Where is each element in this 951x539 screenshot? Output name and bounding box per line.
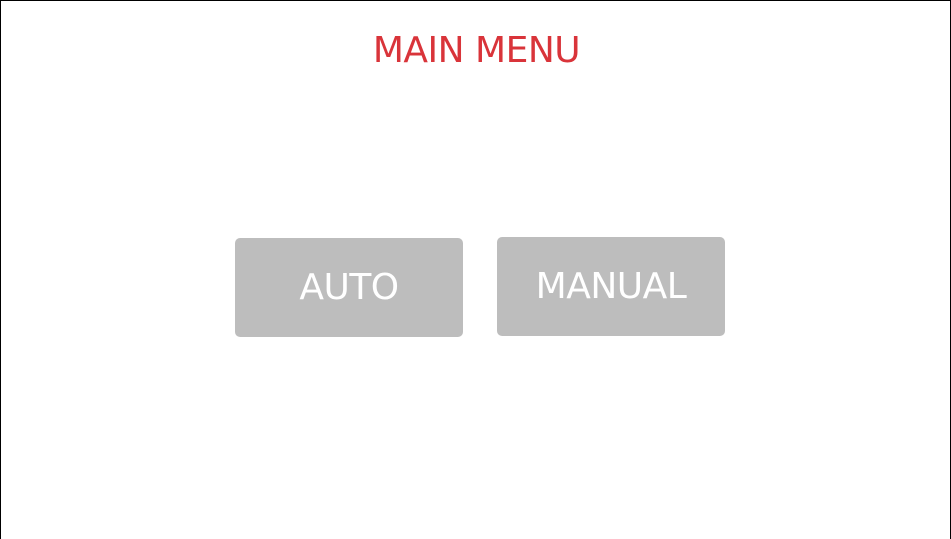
page-title: MAIN MENU bbox=[372, 30, 581, 71]
auto-button-label: AUTO bbox=[299, 267, 399, 308]
auto-button[interactable]: AUTO bbox=[235, 238, 463, 337]
hmi-screen: MAIN MENU AUTO MANUAL bbox=[0, 0, 951, 539]
manual-button-label: MANUAL bbox=[535, 266, 687, 307]
manual-button[interactable]: MANUAL bbox=[497, 237, 725, 336]
